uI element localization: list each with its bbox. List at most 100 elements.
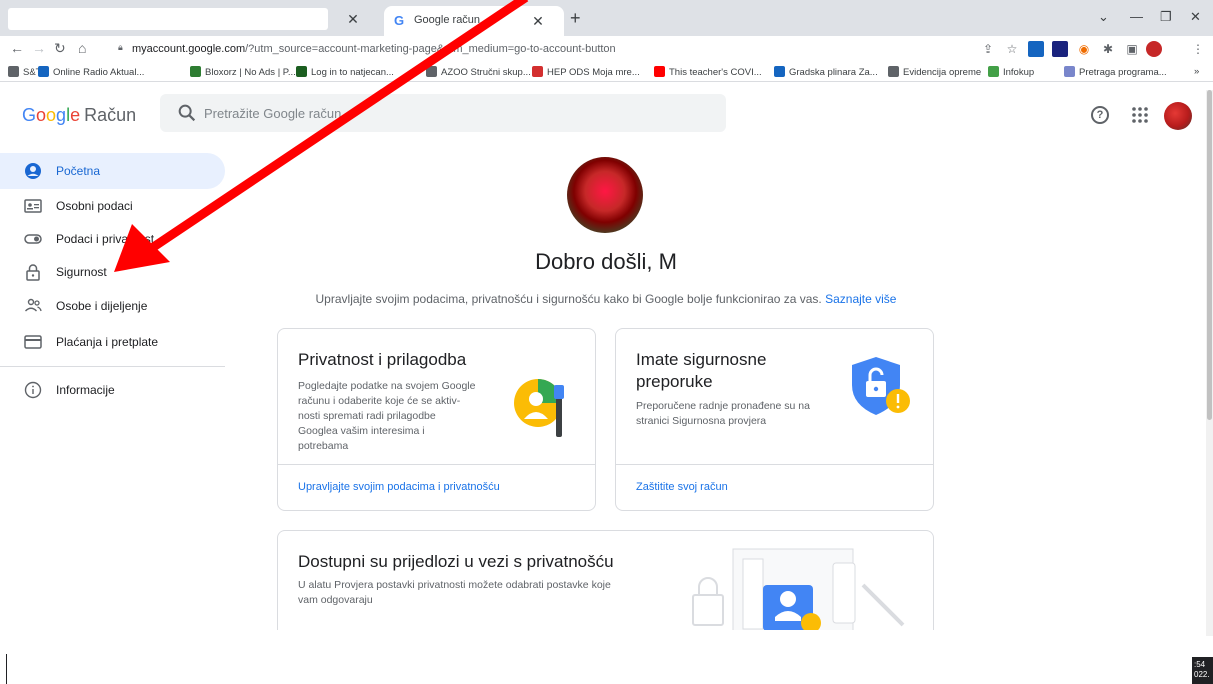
sidebar-item-security[interactable]: Sigurnost (0, 254, 225, 290)
apps-grid-icon[interactable] (1130, 105, 1150, 125)
puzzle-icon[interactable]: ✱ (1100, 41, 1116, 57)
forward-icon[interactable]: → (32, 40, 46, 56)
info-icon (24, 381, 42, 399)
address-bar[interactable]: 🔒︎ myaccount.google.com/?utm_source=acco… (112, 39, 972, 59)
sidebar-item-label: Podaci i privatnost (56, 232, 155, 246)
extension-icon[interactable]: ◉ (1076, 41, 1092, 57)
card-description: Preporučene radnje pronađene su na stran… (636, 399, 810, 429)
sidebar-item-label: Osobe i dijeljenje (56, 299, 148, 313)
desc-line: Googlea vašim interesima i (298, 425, 425, 437)
side-panel-icon[interactable]: ▣ (1124, 41, 1140, 57)
bookmark-favicon-icon (888, 66, 899, 77)
extension-icon[interactable] (1052, 41, 1068, 57)
desc-line: stranici Sigurnosna provjera (636, 415, 767, 427)
browser-tab-active[interactable]: G Google račun ✕ (384, 6, 564, 36)
bookmark-item[interactable]: Evidencija opreme (888, 66, 981, 78)
app-header: GoogleRačun ? (0, 90, 1213, 138)
sidebar-item-home[interactable]: Početna (0, 153, 225, 189)
id-card-icon (24, 199, 42, 213)
people-icon (25, 298, 42, 312)
bookmark-favicon-icon (774, 66, 785, 77)
bookmark-item[interactable]: Bloxorz | No Ads | P... (190, 66, 296, 78)
profile-icon[interactable] (1146, 41, 1162, 57)
learn-more-link[interactable]: Saznajte više (825, 292, 896, 306)
bookmark-item[interactable]: Log in to natjecan... (296, 66, 394, 78)
extension-icon[interactable] (1028, 41, 1044, 57)
privacy-checkup-illustration-icon (692, 548, 905, 630)
credit-card-icon (24, 335, 42, 349)
restore-icon[interactable]: ❐ (1160, 9, 1172, 25)
tab-close-icon[interactable]: ✕ (530, 13, 546, 29)
url-domain: myaccount.google.com (132, 43, 246, 55)
security-recommendations-card[interactable]: Imate sigurnosne preporuke Preporučene r… (615, 328, 934, 511)
toggle-icon (24, 234, 42, 244)
back-icon[interactable]: ← (10, 40, 24, 56)
home-icon[interactable]: ⌂ (78, 40, 86, 56)
menu-icon[interactable]: ⋮ (1190, 41, 1206, 57)
desc-line: vam odgovaraju (298, 594, 373, 606)
search-input[interactable] (204, 103, 604, 123)
search-box[interactable] (160, 94, 726, 132)
share-icon[interactable]: ⇪ (980, 41, 996, 57)
subtitle-text: Upravljajte svojim podacima, privatnošću… (315, 292, 822, 306)
card-title: Privatnost i prilagodba (298, 350, 467, 369)
reload-icon[interactable]: ↻ (54, 40, 66, 57)
card-footer[interactable]: Zaštitite svoj račun (616, 464, 933, 510)
minimize-icon[interactable]: — (1130, 9, 1143, 24)
bookmark-item[interactable]: AZOO Stručni skup... (426, 66, 531, 78)
title-line: preporuke (636, 372, 713, 391)
card-description: U alatu Provjera postavki privatnosti mo… (298, 578, 611, 608)
search-icon[interactable] (176, 102, 198, 124)
bookmark-label: Pretraga programa... (1079, 67, 1167, 78)
bookmark-item[interactable]: Pretraga programa... (1064, 66, 1167, 78)
card-footer[interactable]: Upravljajte svojim podacima i privatnošć… (278, 464, 595, 510)
bookmark-item[interactable]: Online Radio Aktual... (38, 66, 144, 78)
new-tab-icon[interactable]: + (570, 8, 581, 29)
bookmark-item[interactable]: S&T (8, 66, 41, 78)
bookmark-favicon-icon (532, 66, 543, 77)
sidebar-item-payments[interactable]: Plaćanja i pretplate (0, 324, 225, 360)
browser-tab-inactive[interactable]: ✕ (8, 6, 378, 36)
avatar[interactable] (1164, 102, 1192, 130)
tab-close-icon[interactable]: ✕ (345, 11, 361, 27)
bookmark-favicon-icon (190, 66, 201, 77)
card-link[interactable]: Upravljajte svojim podacima i privatnošć… (298, 481, 500, 493)
bookmark-favicon-icon (988, 66, 999, 77)
privacy-suggestions-card[interactable]: Dostupni su prijedlozi u vezi s privatno… (277, 530, 934, 630)
bookmark-item[interactable]: HEP ODS Moja mre... (532, 66, 640, 78)
close-window-icon[interactable]: ✕ (1190, 9, 1201, 25)
privacy-illustration-icon (514, 379, 564, 437)
card-link[interactable]: Zaštitite svoj račun (636, 481, 728, 493)
google-favicon-icon: G (394, 13, 405, 28)
bookmark-label: Online Radio Aktual... (53, 67, 145, 78)
sidebar-item-label: Informacije (56, 383, 115, 397)
sidebar-item-data-privacy[interactable]: Podaci i privatnost (0, 221, 225, 257)
bookmark-favicon-icon (38, 66, 49, 77)
sidebar-item-personal-info[interactable]: Osobni podaci (0, 188, 225, 224)
clock-date: 022. (1194, 670, 1210, 679)
google-account-logo[interactable]: Google Račun (22, 105, 136, 126)
tab-search-icon[interactable]: ⌄ (1098, 9, 1109, 25)
bookmark-label: Evidencija opreme (903, 67, 982, 78)
sidebar-item-label: Plaćanja i pretplate (56, 335, 159, 349)
card-title: Dostupni su prijedlozi u vezi s privatno… (298, 552, 614, 571)
profile-photo[interactable] (567, 157, 643, 233)
help-icon[interactable]: ? (1091, 106, 1109, 124)
page-subtitle: Upravljajte svojim podacima, privatnošću… (240, 292, 972, 306)
bookmark-star-icon[interactable]: ☆ (1004, 41, 1020, 57)
bookmark-item[interactable]: This teacher's COVI... (654, 66, 762, 78)
bookmark-item[interactable]: Infokup (988, 66, 1034, 78)
scrollbar-thumb[interactable] (1207, 90, 1212, 420)
scrollbar[interactable] (1206, 90, 1213, 636)
sidebar-item-about[interactable]: Informacije (0, 372, 225, 408)
card-description: Pogledajte podatke na svojem Google raču… (298, 379, 475, 454)
bookmark-label: Infokup (1003, 67, 1035, 78)
sidebar-item-people-sharing[interactable]: Osobe i dijeljenje (0, 288, 225, 324)
browser-tabstrip: ✕ G Google račun ✕ + ⌄ — ❐ ✕ (0, 0, 1213, 36)
bookmarks-overflow-icon[interactable]: » (1194, 66, 1199, 77)
bookmark-item[interactable]: Gradska plinara Za... (774, 66, 878, 78)
privacy-card[interactable]: Privatnost i prilagodba Pogledajte podat… (277, 328, 596, 511)
taskbar-edge (6, 654, 7, 684)
bookmark-favicon-icon (296, 66, 307, 77)
bookmark-label: Log in to natjecan... (311, 67, 394, 78)
